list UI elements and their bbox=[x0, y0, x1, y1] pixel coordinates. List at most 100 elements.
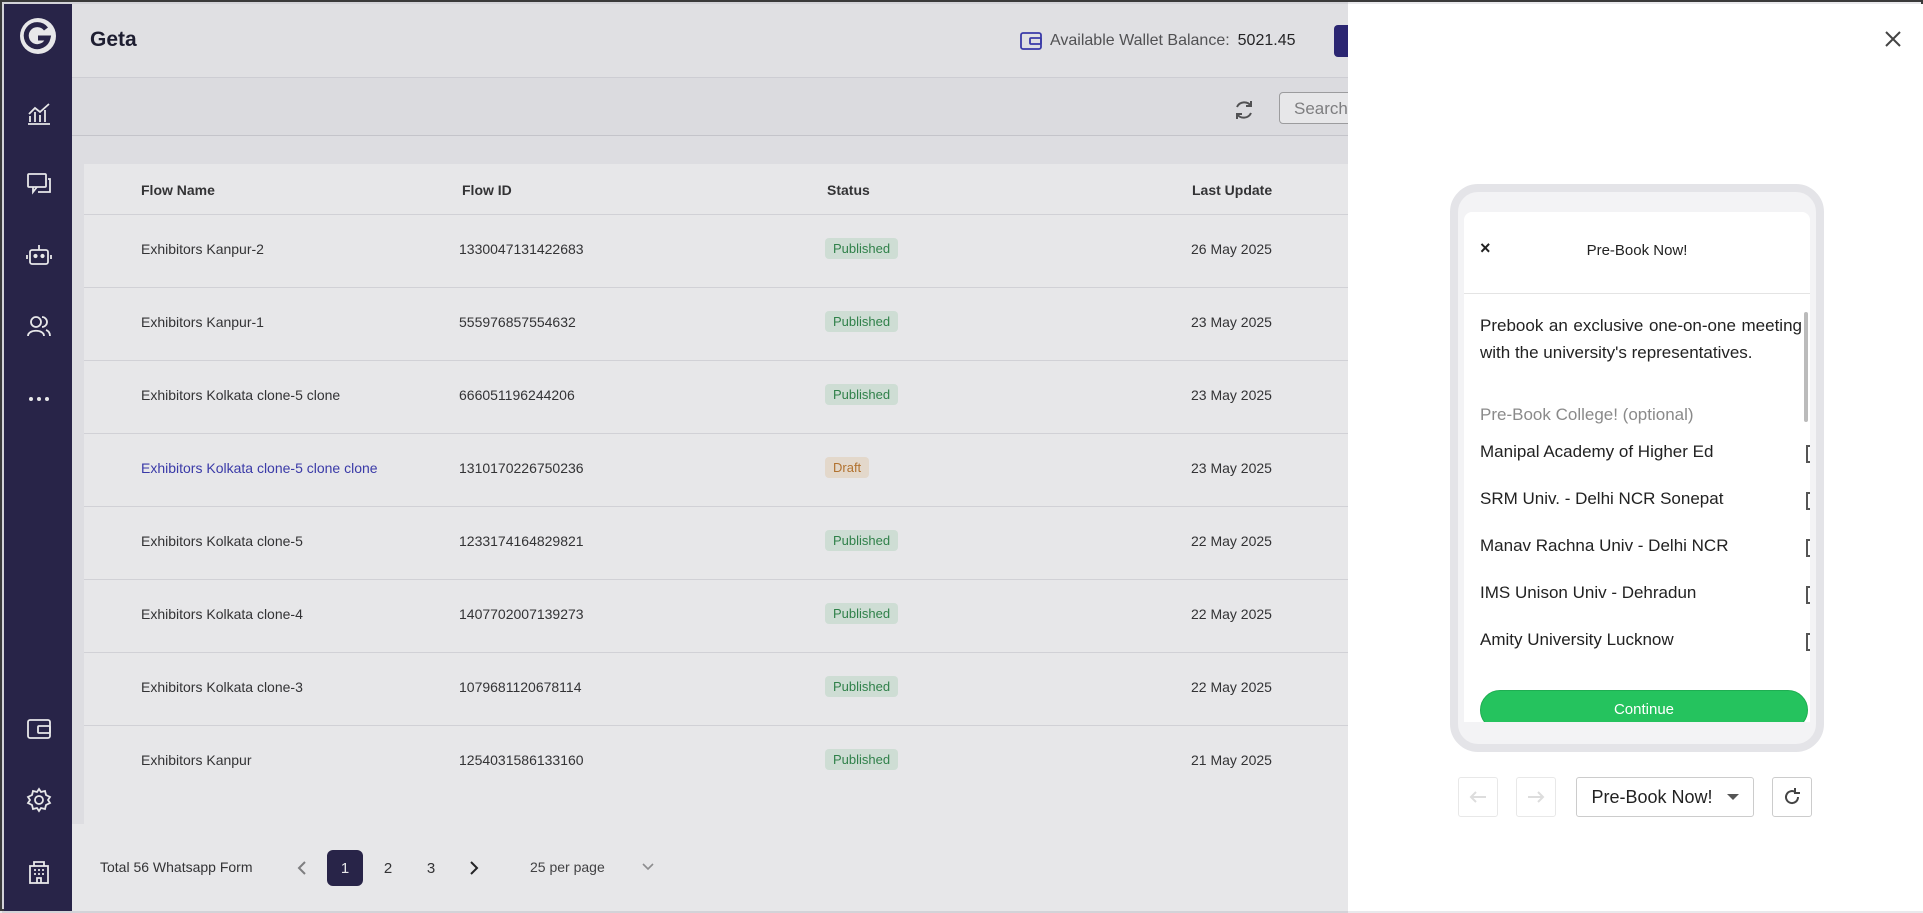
option-label: SRM Univ. - Delhi NCR Sonepat bbox=[1480, 489, 1724, 508]
status-badge: Published bbox=[825, 238, 899, 259]
refresh-icon[interactable] bbox=[1232, 98, 1256, 127]
flow-id: 1310170226750236 bbox=[459, 460, 584, 476]
page-1-button[interactable]: 1 bbox=[327, 850, 363, 886]
settings-icon[interactable] bbox=[24, 785, 54, 815]
table-row[interactable]: Exhibitors Kanpur-1 555976857554632 Publ… bbox=[84, 287, 1348, 360]
back-arrow-icon[interactable] bbox=[1458, 777, 1498, 817]
flows-table: Flow Name Flow ID Status Last Update Exh… bbox=[84, 164, 1348, 824]
chat-icon[interactable] bbox=[24, 169, 54, 199]
flow-name[interactable]: Exhibitors Kolkata clone-4 bbox=[141, 606, 303, 622]
college-option[interactable]: Manav Rachna Univ - Delhi NCR bbox=[1480, 536, 1810, 576]
status-badge: Published bbox=[825, 676, 899, 697]
column-header-last-update[interactable]: Last Update bbox=[1192, 182, 1272, 198]
checkbox-icon[interactable] bbox=[1806, 539, 1810, 557]
flow-name[interactable]: Exhibitors Kanpur-1 bbox=[141, 314, 264, 330]
status-badge: Published bbox=[825, 384, 899, 405]
table-row[interactable]: Exhibitors Kolkata clone-3 1079681120678… bbox=[84, 652, 1348, 725]
status-badge: Draft bbox=[825, 457, 870, 478]
caret-down-icon bbox=[1726, 794, 1739, 800]
page-2-button[interactable]: 2 bbox=[370, 850, 406, 886]
scrollbar[interactable] bbox=[1804, 312, 1808, 422]
table-row[interactable]: Exhibitors Kolkata clone-4 1407702007139… bbox=[84, 579, 1348, 652]
flow-id: 1330047131422683 bbox=[459, 241, 584, 257]
flow-name[interactable]: Exhibitors Kanpur bbox=[141, 752, 252, 768]
phone-preview: × Pre-Book Now! Prebook an exclusive one… bbox=[1450, 184, 1824, 752]
flow-name[interactable]: Exhibitors Kolkata clone-5 clone bbox=[141, 387, 340, 403]
forward-arrow-icon[interactable] bbox=[1516, 777, 1556, 817]
last-update: 23 May 2025 bbox=[1191, 460, 1272, 476]
building-icon[interactable] bbox=[24, 857, 54, 887]
chevron-down-icon bbox=[642, 863, 654, 871]
screen-description: Prebook an exclusive one-on-one meeting … bbox=[1480, 316, 1802, 362]
option-label: Amity University Lucknow bbox=[1480, 630, 1674, 649]
college-option[interactable]: SRM Univ. - Delhi NCR Sonepat bbox=[1480, 489, 1810, 529]
pagination-bar: Total 56 Whatsapp Form 1 2 3 25 per page bbox=[72, 824, 1348, 911]
table-row[interactable]: Exhibitors Kolkata clone-5 clone clone 1… bbox=[84, 433, 1348, 506]
column-header-flow-id[interactable]: Flow ID bbox=[462, 182, 512, 198]
main-content: Geta Available Wallet Balance: 5021.45 S… bbox=[72, 4, 1369, 911]
status-badge: Published bbox=[825, 311, 899, 332]
checkbox-icon[interactable] bbox=[1806, 492, 1810, 510]
table-row[interactable]: Exhibitors Kanpur-2 1330047131422683 Pub… bbox=[84, 214, 1348, 287]
screen-title: Pre-Book Now! bbox=[1586, 242, 1688, 259]
column-header-flow-name[interactable]: Flow Name bbox=[141, 182, 215, 198]
prev-page-icon[interactable] bbox=[284, 850, 320, 886]
table-row[interactable]: Exhibitors Kolkata clone-5 clone 6660511… bbox=[84, 360, 1348, 433]
flow-name[interactable]: Exhibitors Kolkata clone-3 bbox=[141, 679, 303, 695]
flow-id: 555976857554632 bbox=[459, 314, 576, 330]
college-option[interactable]: Manipal Academy of Higher Ed bbox=[1480, 442, 1810, 482]
last-update: 26 May 2025 bbox=[1191, 241, 1272, 257]
flow-screen: × Pre-Book Now! Prebook an exclusive one… bbox=[1464, 212, 1810, 722]
analytics-icon[interactable] bbox=[24, 99, 54, 129]
flow-name[interactable]: Exhibitors Kanpur-2 bbox=[141, 241, 264, 257]
checkbox-icon[interactable] bbox=[1806, 633, 1810, 651]
continue-button[interactable]: Continue bbox=[1480, 690, 1808, 722]
last-update: 23 May 2025 bbox=[1191, 387, 1272, 403]
wallet-icon[interactable] bbox=[24, 714, 54, 744]
screen-header: × Pre-Book Now! bbox=[1464, 212, 1810, 294]
option-label: Manipal Academy of Higher Ed bbox=[1480, 442, 1714, 461]
table-row[interactable]: Exhibitors Kolkata clone-5 1233174164829… bbox=[84, 506, 1348, 579]
screen-select[interactable]: Pre-Book Now! bbox=[1576, 777, 1754, 817]
next-page-icon[interactable] bbox=[456, 850, 492, 886]
wallet-balance: Available Wallet Balance: 5021.45 bbox=[1020, 31, 1296, 51]
wallet-icon bbox=[1020, 32, 1042, 50]
top-bar: Geta Available Wallet Balance: 5021.45 bbox=[72, 4, 1354, 78]
page-3-button[interactable]: 3 bbox=[413, 850, 449, 886]
options-label: Pre-Book College! (optional) bbox=[1480, 405, 1694, 424]
last-update: 21 May 2025 bbox=[1191, 752, 1272, 768]
flow-id: 1079681120678114 bbox=[459, 679, 582, 695]
logo-icon[interactable] bbox=[18, 16, 58, 56]
bot-icon[interactable] bbox=[24, 240, 54, 270]
status-badge: Published bbox=[825, 603, 899, 624]
contacts-icon[interactable] bbox=[24, 311, 54, 341]
flow-id: 1407702007139273 bbox=[459, 606, 584, 622]
screen-select-value: Pre-Book Now! bbox=[1591, 786, 1713, 807]
app-window: Geta Available Wallet Balance: 5021.45 S… bbox=[0, 0, 1923, 913]
wallet-label: Available Wallet Balance: bbox=[1050, 32, 1230, 49]
toolbar: Search bbox=[72, 78, 1369, 136]
per-page-value: 25 per page bbox=[530, 859, 605, 875]
college-option[interactable]: IMS Unison Univ - Dehradun bbox=[1480, 583, 1810, 623]
checkbox-icon[interactable] bbox=[1806, 445, 1810, 463]
status-badge: Published bbox=[825, 749, 899, 770]
flow-id: 1233174164829821 bbox=[459, 533, 584, 549]
flow-name[interactable]: Exhibitors Kolkata clone-5 clone clone bbox=[141, 460, 378, 476]
more-icon[interactable] bbox=[24, 384, 54, 414]
option-label: IMS Unison Univ - Dehradun bbox=[1480, 583, 1697, 602]
checkbox-icon[interactable] bbox=[1806, 586, 1810, 604]
sidebar bbox=[4, 4, 72, 911]
total-count: Total 56 Whatsapp Form bbox=[100, 859, 253, 875]
flow-name[interactable]: Exhibitors Kolkata clone-5 bbox=[141, 533, 303, 549]
table-row[interactable]: Exhibitors Kanpur 1254031586133160 Publi… bbox=[84, 725, 1348, 798]
flow-id: 1254031586133160 bbox=[459, 752, 584, 768]
college-option[interactable]: Amity University Lucknow bbox=[1480, 630, 1810, 670]
column-header-status[interactable]: Status bbox=[827, 182, 870, 198]
close-icon[interactable] bbox=[1878, 24, 1908, 54]
per-page-select[interactable]: 25 per page bbox=[530, 859, 655, 875]
flow-preview-drawer: × Pre-Book Now! Prebook an exclusive one… bbox=[1348, 4, 1923, 911]
option-label: Manav Rachna Univ - Delhi NCR bbox=[1480, 536, 1729, 555]
last-update: 22 May 2025 bbox=[1191, 533, 1272, 549]
last-update: 23 May 2025 bbox=[1191, 314, 1272, 330]
reload-icon[interactable] bbox=[1772, 777, 1812, 817]
